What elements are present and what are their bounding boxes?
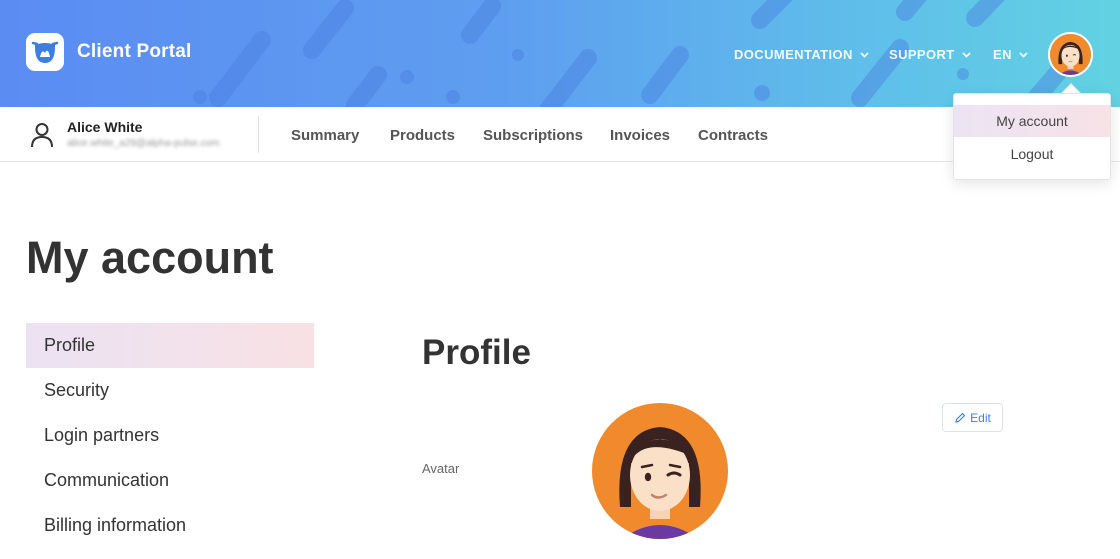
profile-avatar xyxy=(592,403,728,539)
edit-label: Edit xyxy=(970,410,991,425)
user-name: Alice White xyxy=(67,119,143,135)
user-email: alice.white_a29@alpha-pulse.com xyxy=(67,138,220,149)
documentation-menu[interactable]: DOCUMENTATION xyxy=(734,47,870,62)
dropdown-my-account[interactable]: My account xyxy=(954,105,1110,137)
chevron-down-icon xyxy=(962,52,971,58)
page-title: My account xyxy=(26,232,274,283)
pot-logo-icon xyxy=(31,41,59,63)
avatar-label: Avatar xyxy=(422,461,460,476)
language-menu[interactable]: EN xyxy=(993,47,1029,62)
app-title: Client Portal xyxy=(77,41,192,62)
sidebar-item-login-partners[interactable]: Login partners xyxy=(26,413,314,458)
chevron-down-icon xyxy=(860,52,869,58)
nav-invoices[interactable]: Invoices xyxy=(610,127,670,144)
user-avatar-button[interactable] xyxy=(1048,32,1093,77)
divider xyxy=(258,116,259,153)
section-title: Profile xyxy=(422,333,531,372)
support-menu[interactable]: SUPPORT xyxy=(889,47,972,62)
sidebar-item-billing-information[interactable]: Billing information xyxy=(26,503,314,548)
nav-contracts[interactable]: Contracts xyxy=(698,127,768,144)
nav-subscriptions[interactable]: Subscriptions xyxy=(483,127,583,144)
edit-avatar-button[interactable]: Edit xyxy=(942,403,1003,432)
user-icon xyxy=(31,123,53,148)
documentation-label: DOCUMENTATION xyxy=(734,47,853,62)
dropdown-logout[interactable]: Logout xyxy=(954,138,1110,170)
avatar-icon xyxy=(1050,34,1091,75)
chevron-down-icon xyxy=(1019,52,1028,58)
top-header: Client Portal DOCUMENTATION SUPPORT EN xyxy=(0,0,1120,107)
app-logo[interactable] xyxy=(26,33,64,71)
language-label: EN xyxy=(993,47,1012,62)
sidebar-item-profile[interactable]: Profile xyxy=(26,323,314,368)
support-label: SUPPORT xyxy=(889,47,955,62)
secondary-nav: Alice White alice.white_a29@alpha-pulse.… xyxy=(0,107,1120,162)
sidebar-item-security[interactable]: Security xyxy=(26,368,314,413)
pencil-icon xyxy=(955,412,966,423)
nav-summary[interactable]: Summary xyxy=(291,127,359,144)
account-dropdown: My account Logout xyxy=(953,93,1111,180)
nav-products[interactable]: Products xyxy=(390,127,455,144)
sidebar-item-communication[interactable]: Communication xyxy=(26,458,314,503)
avatar-icon xyxy=(592,403,728,539)
